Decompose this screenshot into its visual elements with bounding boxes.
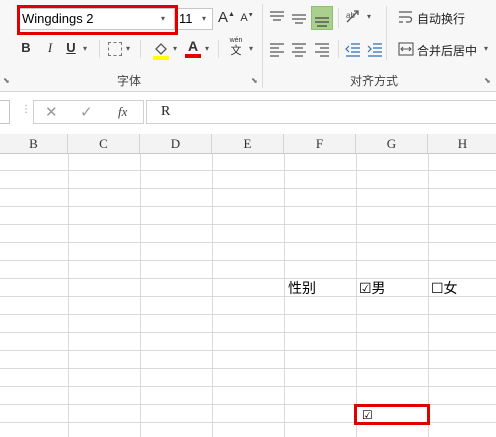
column-gridline — [284, 154, 285, 437]
divider — [386, 6, 387, 60]
column-gridline — [68, 154, 69, 437]
row-gridline — [0, 170, 496, 171]
phonetic-bottom: 文 — [230, 45, 242, 57]
align-middle-icon — [292, 14, 306, 24]
borders-icon[interactable] — [108, 42, 122, 56]
grow-font-label: A — [218, 9, 229, 26]
grow-font-button[interactable]: A▲ — [218, 9, 235, 29]
divider — [140, 40, 141, 58]
text-orientation-icon: ab — [346, 10, 359, 23]
align-center-icon — [292, 43, 306, 57]
align-right-icon — [315, 43, 329, 57]
shrink-font-label: A — [240, 12, 248, 24]
divider — [338, 8, 339, 28]
insert-function-icon[interactable]: fx — [118, 104, 127, 120]
row-gridline — [0, 260, 496, 261]
underline-button[interactable]: U — [64, 40, 78, 58]
dialog-launcher-icon[interactable]: ⬊ — [251, 76, 258, 85]
dialog-launcher-icon[interactable]: ⬊ — [3, 76, 10, 85]
chevron-down-icon[interactable]: ▾ — [249, 44, 253, 53]
alignment-group-label: 对齐方式 — [350, 74, 399, 88]
wrap-text-button[interactable]: 自动换行 — [417, 10, 465, 27]
font-size-combobox[interactable]: 11 ▾ — [175, 8, 213, 30]
align-top-icon — [270, 11, 284, 21]
name-box[interactable] — [0, 100, 10, 124]
checkbox-cell-highlight-box — [354, 404, 430, 425]
increase-indent-icon — [367, 43, 382, 57]
merge-center-button[interactable]: 合并后居中 — [417, 42, 477, 59]
row-gridline — [0, 296, 496, 297]
row-gridline — [0, 188, 496, 189]
font-group-label: 字体 — [117, 74, 142, 88]
column-gridline — [356, 154, 357, 437]
font-color-glyph: A — [187, 38, 199, 54]
chevron-down-icon[interactable]: ▾ — [202, 9, 206, 29]
divider — [99, 40, 100, 58]
align-left-icon — [270, 43, 284, 57]
cancel-icon[interactable]: ✕ — [45, 103, 58, 121]
row-gridline — [0, 278, 496, 279]
chevron-down-icon[interactable]: ▾ — [205, 44, 209, 53]
italic-button[interactable]: I — [42, 40, 58, 58]
merge-center-icon[interactable] — [398, 41, 414, 57]
column-header-e[interactable]: E — [212, 134, 284, 154]
chevron-down-icon[interactable]: ▾ — [367, 12, 371, 21]
cell-g-male[interactable]: ☑男 — [359, 279, 386, 297]
decrease-indent-button[interactable] — [344, 40, 362, 58]
column-header-g[interactable]: G — [356, 134, 428, 154]
phonetic-top: wén — [229, 37, 243, 44]
column-gridline — [212, 154, 213, 437]
row-gridline — [0, 386, 496, 387]
chevron-down-icon[interactable]: ▾ — [484, 44, 488, 53]
svg-text:ab: ab — [346, 11, 355, 20]
bold-button[interactable]: B — [18, 40, 34, 58]
formula-input[interactable]: R — [146, 100, 496, 124]
shrink-font-button[interactable]: A▼ — [240, 12, 254, 30]
font-color-swatch — [185, 54, 201, 58]
increase-indent-button[interactable] — [366, 40, 384, 58]
enter-icon[interactable]: ✓ — [80, 103, 93, 121]
align-top-button[interactable] — [268, 8, 286, 28]
formula-bar-grip-icon[interactable]: ⋮ — [21, 104, 31, 115]
align-center-button[interactable] — [290, 40, 308, 58]
cell-f-gender[interactable]: 性别 — [288, 279, 316, 297]
phonetic-guide-button[interactable]: wén 文 — [226, 37, 246, 61]
font-name-highlight-box — [17, 5, 178, 35]
align-left-button[interactable] — [268, 40, 286, 58]
dialog-launcher-icon[interactable]: ⬊ — [484, 76, 491, 85]
row-gridline — [0, 224, 496, 225]
row-gridline — [0, 206, 496, 207]
cell-h-female[interactable]: ☐女 — [431, 279, 458, 297]
column-header-f[interactable]: F — [284, 134, 356, 154]
group-divider — [262, 4, 263, 88]
column-header-b[interactable]: B — [0, 134, 68, 154]
divider — [338, 40, 339, 58]
orientation-button[interactable]: ab — [344, 7, 364, 27]
row-gridline — [0, 332, 496, 333]
column-gridline — [428, 154, 429, 437]
chevron-down-icon[interactable]: ▾ — [173, 44, 177, 53]
font-size-value: 11 — [179, 11, 193, 26]
align-right-button[interactable] — [313, 40, 331, 58]
column-header-d[interactable]: D — [140, 134, 212, 154]
formula-buttons: ✕ ✓ fx — [33, 100, 144, 124]
chevron-down-icon[interactable]: ▾ — [126, 44, 130, 53]
column-header-c[interactable]: C — [68, 134, 140, 154]
align-bottom-icon — [315, 17, 329, 27]
align-middle-button[interactable] — [290, 8, 308, 28]
column-gridline — [140, 154, 141, 437]
decrease-indent-icon — [345, 43, 360, 57]
chevron-down-icon[interactable]: ▾ — [83, 44, 87, 53]
column-header-h[interactable]: H — [428, 134, 496, 154]
row-gridline — [0, 242, 496, 243]
wrap-text-icon[interactable] — [398, 9, 414, 25]
paint-bucket-icon — [153, 43, 169, 60]
row-gridline — [0, 368, 496, 369]
fill-color-button[interactable] — [151, 40, 171, 60]
align-bottom-button[interactable] — [311, 6, 333, 30]
row-gridline — [0, 314, 496, 315]
font-color-button[interactable]: A — [184, 38, 202, 58]
row-gridline — [0, 350, 496, 351]
divider — [218, 40, 219, 58]
